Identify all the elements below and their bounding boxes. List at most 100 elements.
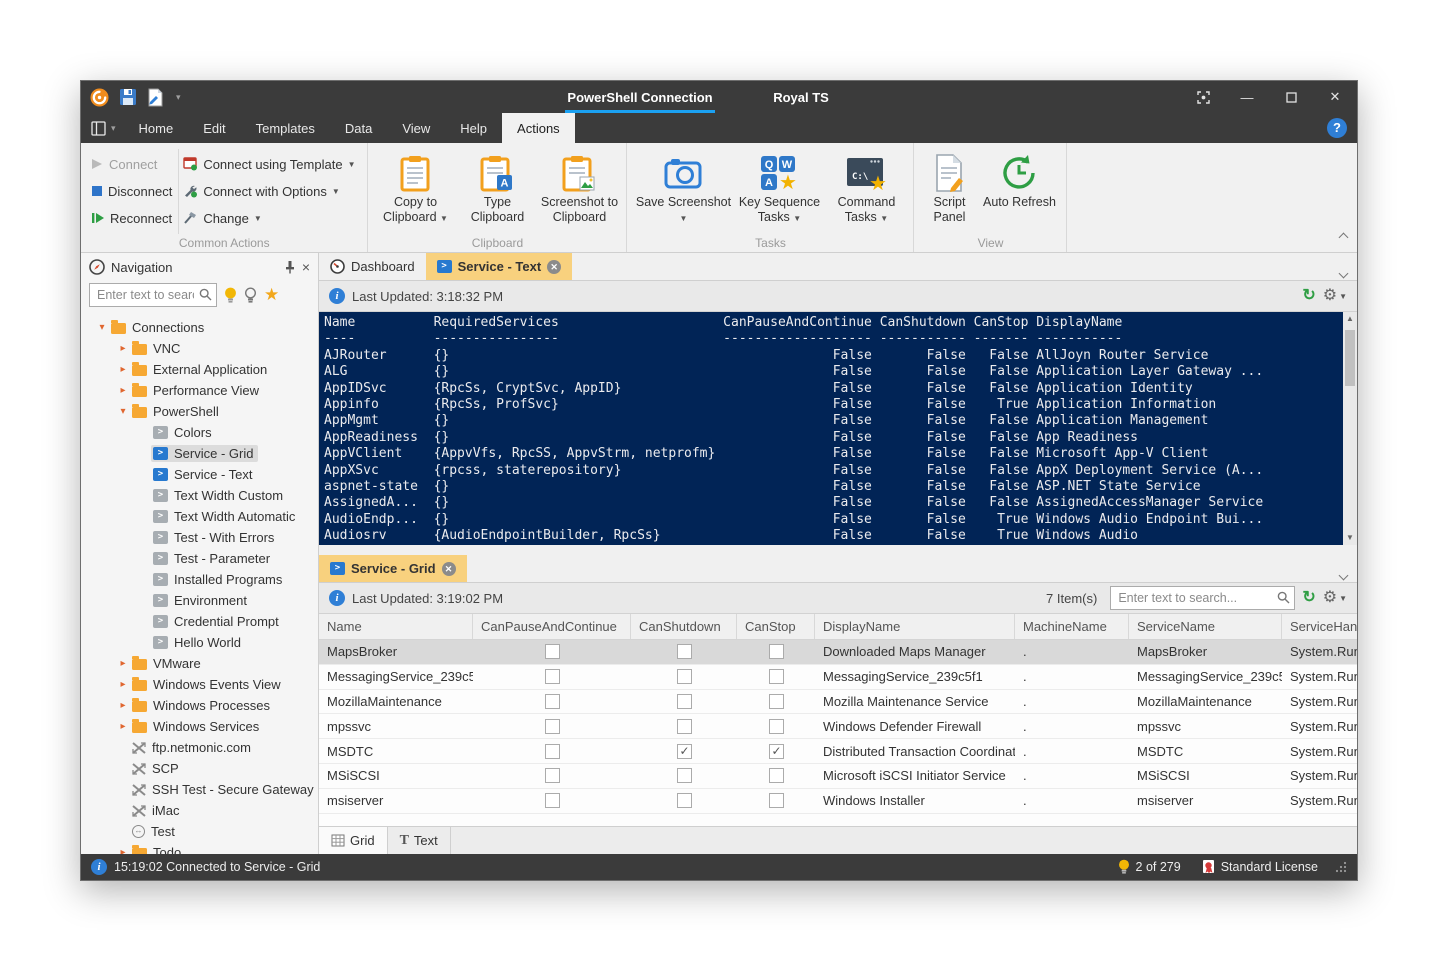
screenshot-to-clipboard-button[interactable]: Screenshot to Clipboard <box>538 149 620 234</box>
sidebar-item-installed-programs[interactable]: > Installed Programs <box>81 569 318 590</box>
view-tab-grid[interactable]: Grid <box>319 827 388 854</box>
help-icon[interactable]: ? <box>1327 118 1347 138</box>
checkbox-can_stop[interactable] <box>768 644 784 660</box>
sidebar-item-todo[interactable]: ▸ Todo <box>81 842 318 854</box>
close-tab-icon[interactable]: ✕ <box>441 561 456 576</box>
checkbox-can_pause[interactable] <box>544 669 560 685</box>
column-header-machinename[interactable]: MachineName <box>1015 614 1129 639</box>
bulb-outline-icon[interactable] <box>244 286 257 304</box>
menu-help[interactable]: Help <box>445 113 502 143</box>
scroll-up-icon[interactable]: ▲ <box>1346 312 1354 326</box>
table-row[interactable]: msiserver Windows Installer. msiserver Syst… <box>319 788 1357 814</box>
menu-home[interactable]: Home <box>124 113 189 143</box>
checkbox-can_pause[interactable] <box>544 768 560 784</box>
new-document-icon[interactable] <box>147 88 164 107</box>
bulb-filled-icon[interactable] <box>224 287 237 304</box>
powershell-terminal[interactable]: Name RequiredServices CanPauseAndContinu… <box>319 312 1357 545</box>
chevron-right-icon[interactable]: ▸ <box>116 385 130 396</box>
checkbox-can_stop[interactable] <box>768 669 784 685</box>
table-row[interactable]: mpssvc Windows Defender Firewall. mpssvc Sy… <box>319 714 1357 740</box>
app-logo-icon[interactable] <box>90 87 109 107</box>
column-header-canstop[interactable]: CanStop <box>737 614 815 639</box>
sidebar-item-colors[interactable]: > Colors <box>81 422 318 443</box>
table-row[interactable]: MessagingService_239c5f1 MessagingService… <box>319 664 1357 690</box>
checkbox-can_shutdown[interactable] <box>676 644 692 660</box>
tab-list-caret-icon[interactable] <box>1338 566 1349 584</box>
chevron-right-icon[interactable]: ▸ <box>116 658 130 669</box>
checkbox-can_pause[interactable] <box>544 793 560 809</box>
sidebar-item-connections[interactable]: ▾ Connections <box>81 317 318 338</box>
close-tab-icon[interactable]: ✕ <box>547 259 562 274</box>
tab-dashboard[interactable]: Dashboard <box>319 253 426 280</box>
copy-to-clipboard-button[interactable]: Copy to Clipboard ▼ <box>374 149 456 234</box>
sidebar-item-test-parameter[interactable]: > Test - Parameter <box>81 548 318 569</box>
sidebar-item-test[interactable]: ↔ Test <box>81 821 318 842</box>
tab-service-text[interactable]: > Service - Text ✕ <box>425 253 573 280</box>
quick-access-caret-icon[interactable]: ▾ <box>176 92 181 103</box>
sidebar-item-credential-prompt[interactable]: > Credential Prompt <box>81 611 318 632</box>
maximize-button[interactable] <box>1269 81 1313 113</box>
menu-view[interactable]: View <box>387 113 445 143</box>
command-tasks-button[interactable]: C:\ ★ Command Tasks ▼ <box>825 149 907 234</box>
chevron-right-icon[interactable]: ▸ <box>116 847 130 854</box>
sidebar-item-imac[interactable]: iMac <box>81 800 318 821</box>
sidebar-item-scp[interactable]: SCP <box>81 758 318 779</box>
sidebar-item-windows-services[interactable]: ▸ Windows Services <box>81 716 318 737</box>
bulb-counter[interactable]: 2 of 279 <box>1118 859 1181 875</box>
chevron-right-icon[interactable]: ▸ <box>116 721 130 732</box>
sidebar-item-service-grid[interactable]: > Service - Grid <box>81 443 318 464</box>
column-header-servicehandle[interactable]: ServiceHandle <box>1282 614 1357 639</box>
application-menu-button[interactable]: ▾ <box>81 113 124 143</box>
close-button[interactable]: ✕ <box>1313 81 1357 113</box>
checkbox-can_pause[interactable] <box>544 718 560 734</box>
save-icon[interactable] <box>119 88 137 106</box>
script-panel-button[interactable]: Script Panel <box>920 149 978 234</box>
key-sequence-tasks-button[interactable]: Q W A ★ Key Sequence Tasks ▼ <box>733 149 825 234</box>
change-button[interactable]: Change ▼ <box>183 207 355 229</box>
checkbox-can_stop[interactable] <box>768 718 784 734</box>
column-header-servicename[interactable]: ServiceName <box>1129 614 1282 639</box>
pin-icon[interactable] <box>284 260 296 274</box>
document-tab-title[interactable]: PowerShell Connection <box>565 90 715 105</box>
table-row[interactable]: MSDTC Distributed Transaction Coordinator… <box>319 739 1357 764</box>
checkbox-can_stop[interactable] <box>768 693 784 709</box>
checkbox-can_stop[interactable] <box>768 768 784 784</box>
checkbox-can_shutdown[interactable] <box>676 768 692 784</box>
refresh-icon[interactable]: ↻ <box>1302 590 1315 606</box>
table-row[interactable]: MapsBroker Downloaded Maps Manager. MapsBr… <box>319 640 1357 665</box>
chevron-right-icon[interactable]: ▸ <box>116 679 130 690</box>
sidebar-item-performance-view[interactable]: ▸ Performance View <box>81 380 318 401</box>
minimize-button[interactable]: — <box>1225 81 1269 113</box>
checkbox-can_pause[interactable] <box>544 693 560 709</box>
column-header-name[interactable]: Name <box>319 614 473 639</box>
sidebar-item-windows-processes[interactable]: ▸ Windows Processes <box>81 695 318 716</box>
connect-with-options-button[interactable]: Connect with Options ▼ <box>183 180 355 202</box>
connect-button[interactable]: Connect <box>91 153 172 175</box>
sidebar-item-service-text[interactable]: > Service - Text <box>81 464 318 485</box>
chevron-right-icon[interactable]: ▸ <box>116 364 130 375</box>
scrollbar-thumb[interactable] <box>1345 330 1355 386</box>
table-row[interactable]: MozillaMaintenance Mozilla Maintenance Se… <box>319 689 1357 715</box>
table-row[interactable]: MSiSCSI Microsoft iSCSI Initiator Service… <box>319 763 1357 789</box>
auto-refresh-button[interactable]: Auto Refresh <box>978 149 1060 234</box>
chevron-right-icon[interactable]: ▸ <box>116 700 130 711</box>
checkbox-can_shutdown[interactable] <box>676 718 692 734</box>
close-panel-icon[interactable]: × <box>302 259 310 275</box>
favorites-star-icon[interactable]: ★ <box>264 286 279 303</box>
terminal-scrollbar[interactable]: ▲ ▼ <box>1343 312 1357 545</box>
nav-search-input[interactable] <box>89 283 217 307</box>
resize-grip[interactable] <box>1335 861 1347 873</box>
type-clipboard-button[interactable]: A Type Clipboard <box>456 149 538 234</box>
fullscreen-button[interactable] <box>1181 81 1225 113</box>
sidebar-item-text-width-automatic[interactable]: > Text Width Automatic <box>81 506 318 527</box>
sidebar-item-powershell[interactable]: ▾ PowerShell <box>81 401 318 422</box>
sidebar-item-vnc[interactable]: ▸ VNC <box>81 338 318 359</box>
sidebar-item-external-application[interactable]: ▸ External Application <box>81 359 318 380</box>
sidebar-item-windows-events-view[interactable]: ▸ Windows Events View <box>81 674 318 695</box>
checkbox-can_shutdown[interactable] <box>676 693 692 709</box>
panel-splitter[interactable] <box>319 545 1357 555</box>
sidebar-item-text-width-custom[interactable]: > Text Width Custom <box>81 485 318 506</box>
tab-service-grid[interactable]: > Service - Grid ✕ <box>319 555 467 582</box>
column-header-canpauseandcontinue[interactable]: CanPauseAndContinue <box>473 614 631 639</box>
disconnect-button[interactable]: Disconnect <box>91 180 172 202</box>
